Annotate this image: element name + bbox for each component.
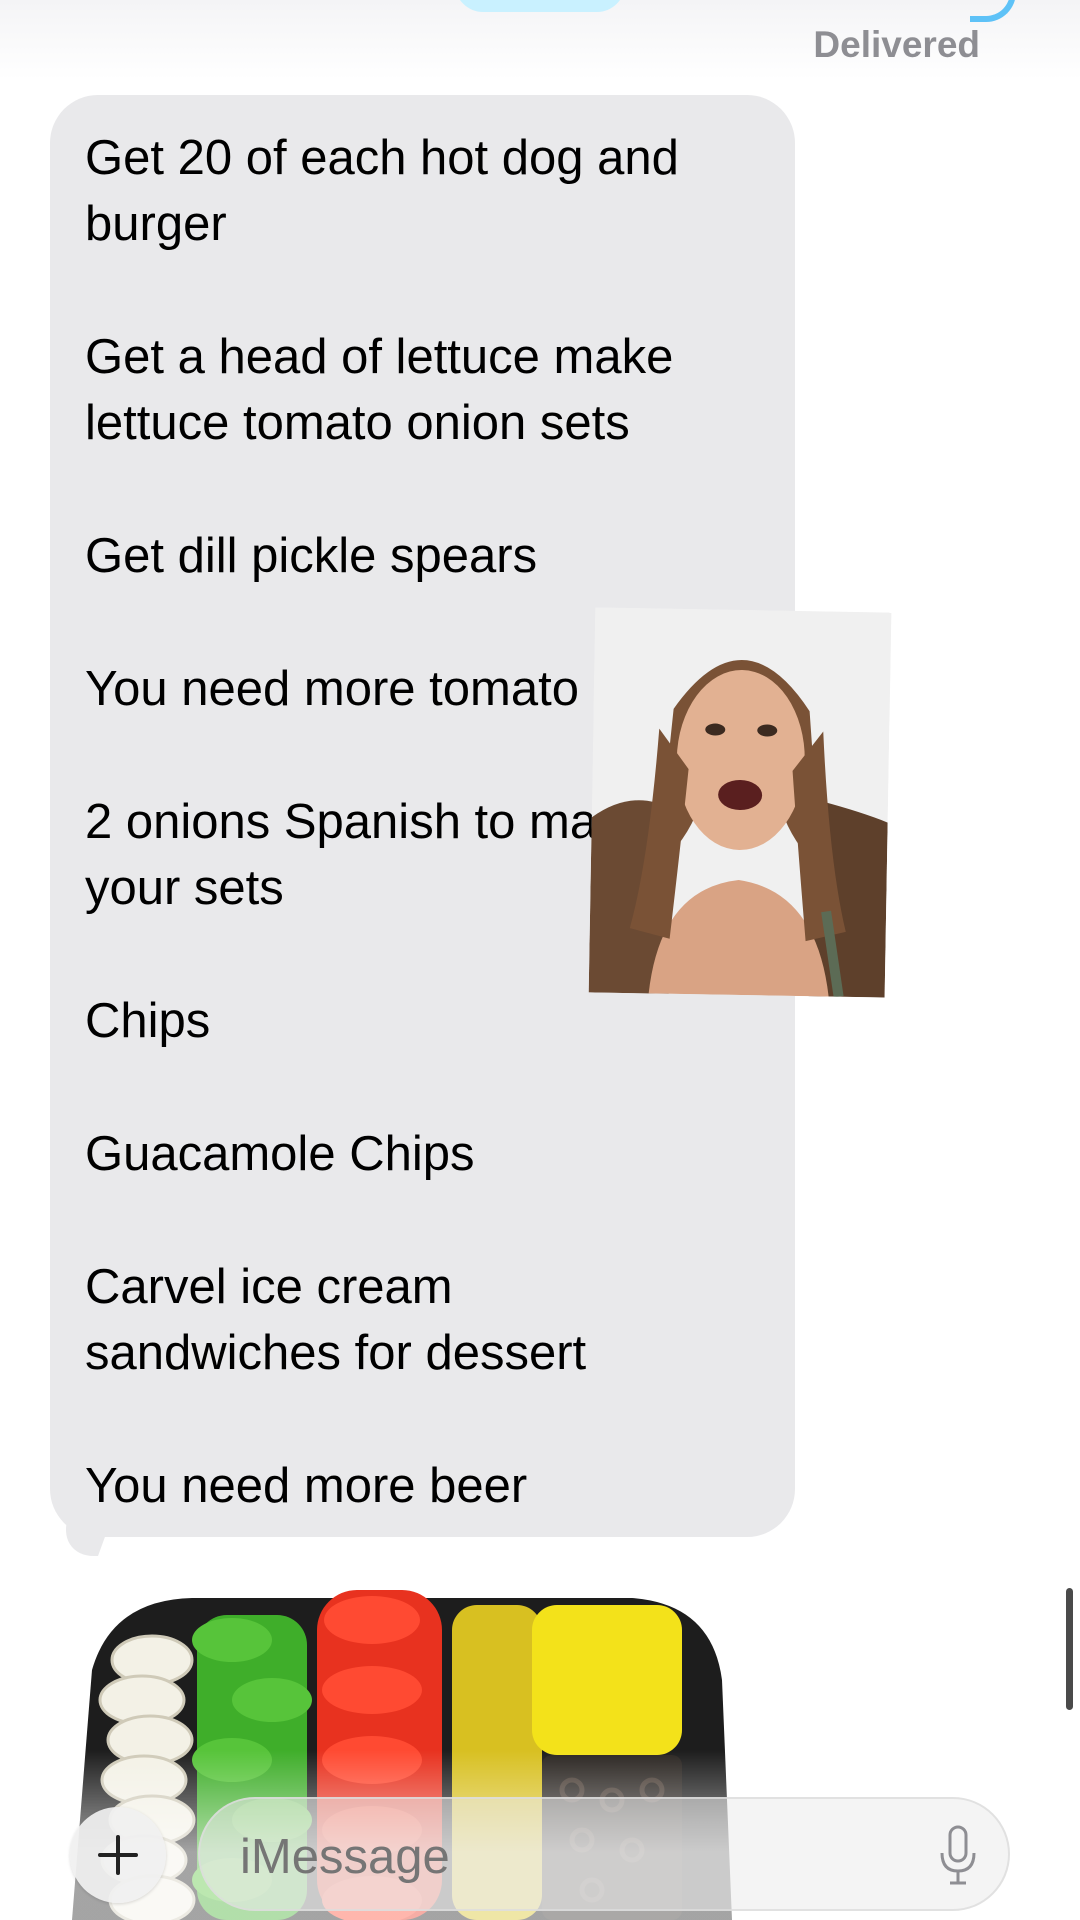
- message-input-container[interactable]: [198, 1797, 1010, 1911]
- message-input[interactable]: [240, 1829, 860, 1885]
- message-line: Chips: [85, 994, 211, 1048]
- microphone-icon[interactable]: [938, 1825, 978, 1887]
- message-line: Get 20 of each hot dog and burger: [85, 131, 679, 251]
- message-line: Guacamole Chips: [85, 1127, 475, 1181]
- message-line: Get a head of lettuce make lettuce tomat…: [85, 330, 674, 450]
- outgoing-message-bubble-partial[interactable]: [455, 0, 625, 12]
- webcam-overlay: [588, 607, 892, 998]
- add-attachment-button[interactable]: [70, 1807, 166, 1903]
- delivery-status: Delivered: [813, 24, 980, 65]
- scroll-indicator[interactable]: [1066, 1588, 1073, 1710]
- message-line: Get dill pickle spears: [85, 529, 538, 583]
- message-line: Carvel ice cream sandwiches for dessert: [85, 1260, 587, 1380]
- plus-icon: [98, 1835, 138, 1875]
- message-line: You need more beer: [85, 1459, 528, 1513]
